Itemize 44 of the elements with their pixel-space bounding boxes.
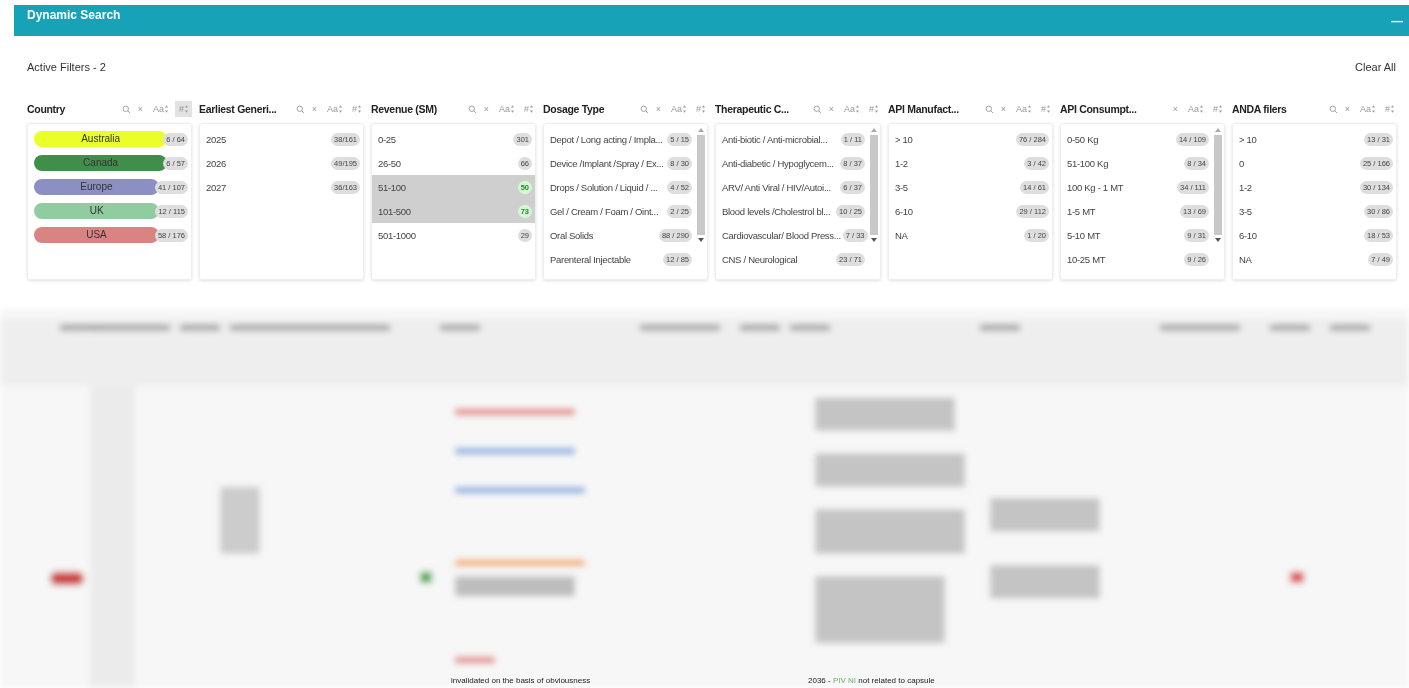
search-icon[interactable]	[467, 104, 477, 114]
search-icon[interactable]	[295, 104, 305, 114]
filter-title: Dosage Type	[543, 103, 606, 115]
country-tag: USA	[34, 227, 159, 243]
sort-arrows-icon	[1219, 105, 1222, 113]
sort-arrows-icon	[185, 105, 188, 113]
sort-arrows-icon	[511, 105, 514, 113]
sort-arrows-icon	[1391, 105, 1394, 113]
scroll-down-icon[interactable]	[698, 238, 704, 242]
scroll-up-icon[interactable]	[1215, 128, 1221, 132]
table-note: invalidated on the basis of obviousness	[451, 676, 591, 685]
scroll-up-icon[interactable]	[871, 128, 877, 132]
filter-title: Earliest Generi...	[199, 103, 278, 115]
sort-arrows-icon	[875, 105, 878, 113]
search-icon[interactable]	[812, 104, 822, 114]
sort-arrows-icon	[1372, 105, 1375, 113]
sort-arrows-icon	[702, 105, 705, 113]
search-icon[interactable]	[984, 104, 994, 114]
filter-title: API Consumpt...	[1060, 103, 1138, 115]
filter-title: Revenue (SM)	[371, 103, 438, 115]
search-icon[interactable]	[121, 104, 131, 114]
sort-arrows-icon	[683, 105, 686, 113]
country-tag: Europe	[34, 179, 159, 195]
sort-arrows-icon	[339, 105, 342, 113]
search-icon[interactable]	[639, 104, 649, 114]
search-icon[interactable]	[1328, 104, 1338, 114]
sort-arrows-icon	[1200, 105, 1203, 113]
sort-arrows-icon	[358, 105, 361, 113]
sort-arrows-icon	[1028, 105, 1031, 113]
table-note: 2036 - PIV NI not related to capsule	[808, 676, 935, 685]
filter-title: Country	[27, 103, 67, 115]
filter-title: API Manufact...	[888, 103, 960, 115]
scroll-down-icon[interactable]	[871, 238, 877, 242]
sort-arrows-icon	[165, 105, 168, 113]
scroll-up-icon[interactable]	[698, 128, 704, 132]
sort-arrows-icon	[856, 105, 859, 113]
filter-title: ANDA filers	[1232, 103, 1288, 115]
panel-title: Dynamic Search	[27, 7, 121, 22]
filter-title: Therapeutic C...	[715, 103, 790, 115]
sort-arrows-icon	[1047, 105, 1050, 113]
scroll-down-icon[interactable]	[1215, 238, 1221, 242]
clear-all-link[interactable]: Clear All	[1355, 61, 1396, 73]
active-filters-label: Active Filters - 2	[27, 61, 106, 73]
sort-arrows-icon	[530, 105, 533, 113]
